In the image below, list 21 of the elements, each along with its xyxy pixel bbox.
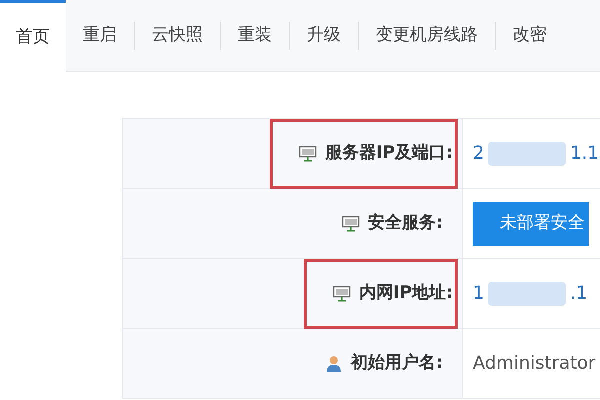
tab[interactable]: 改密 (496, 0, 564, 72)
tab[interactable]: 云快照 (135, 0, 220, 72)
value-text: 1.1 (570, 142, 600, 166)
monitor-icon (299, 146, 318, 162)
value-text: .1 (570, 282, 588, 306)
field-label: 初始用户名: (351, 352, 443, 375)
tab[interactable]: 首页 (0, 0, 66, 73)
tab[interactable]: 重装 (221, 0, 289, 72)
value-text: Administrator (473, 352, 596, 376)
security-button[interactable]: 未部署安全 (473, 202, 589, 246)
user-icon (325, 354, 344, 372)
tab[interactable]: 重启 (66, 0, 134, 72)
field-label: 服务器IP及端口: (325, 142, 453, 165)
monitor-icon (342, 216, 360, 232)
tab[interactable]: 变更机房线路 (359, 0, 495, 72)
field-label: 内网IP地址: (359, 282, 453, 305)
value-text: 1 (473, 282, 484, 306)
field-label: 安全服务: (368, 212, 443, 235)
monitor-icon (333, 286, 352, 302)
value-text: 2 (473, 142, 484, 166)
tab[interactable]: 升级 (290, 0, 358, 72)
